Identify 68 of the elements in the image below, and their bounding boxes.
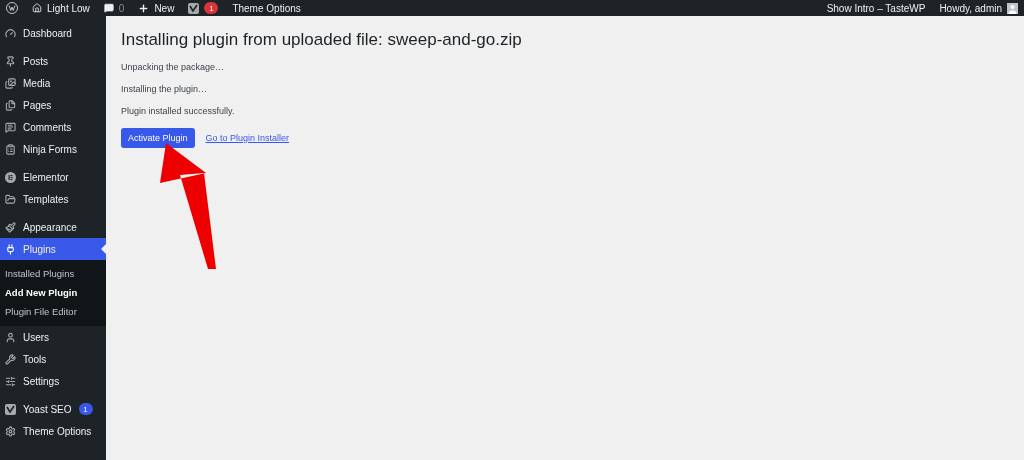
- sidebar-item[interactable]: Ninja Forms: [0, 138, 106, 160]
- sidebar-item-label: Dashboard: [23, 27, 72, 39]
- sidebar-item[interactable]: Comments: [0, 116, 106, 138]
- sliders-icon: [5, 375, 16, 387]
- sidebar-item[interactable]: Users: [0, 326, 106, 348]
- sidebar-item[interactable]: Pages: [0, 94, 106, 116]
- folder-icon: [5, 193, 16, 205]
- sidebar-item-label: Theme Options: [23, 425, 92, 437]
- activate-plugin-button[interactable]: Activate Plugin: [121, 128, 195, 148]
- comment-icon: [5, 121, 16, 133]
- form-icon: [5, 143, 16, 155]
- home-icon: [32, 3, 42, 13]
- sidebar-item[interactable]: Media: [0, 72, 106, 94]
- sidebar-item-label: Plugins: [23, 243, 56, 255]
- sidebar-item[interactable]: Plugins: [0, 238, 106, 260]
- comment-icon: [103, 3, 114, 13]
- sidebar-item[interactable]: Elementor: [0, 166, 106, 188]
- pin-icon: [5, 55, 16, 67]
- sidebar-item-label: Templates: [23, 193, 69, 205]
- submenu-item[interactable]: Installed Plugins: [0, 264, 106, 283]
- sidebar-item-label: Appearance: [23, 221, 77, 233]
- plugin-installer-link[interactable]: Go to Plugin Installer: [205, 133, 290, 143]
- media-icon: [5, 77, 16, 89]
- sidebar-item-label: Elementor: [23, 171, 69, 183]
- wrench-icon: [5, 353, 16, 365]
- count-badge: 1: [78, 403, 93, 415]
- sidebar-item-label: Yoast SEO: [23, 403, 72, 415]
- yoast-menu[interactable]: 1: [188, 2, 219, 14]
- status-message: Unpacking the package…: [121, 62, 226, 72]
- status-message: Installing the plugin…: [121, 84, 209, 94]
- sidebar-item[interactable]: Templates: [0, 188, 106, 210]
- account-menu[interactable]: Howdy, admin: [939, 2, 1018, 14]
- sidebar-item[interactable]: Appearance: [0, 216, 106, 238]
- settings-icon: [5, 425, 16, 437]
- submenu-item[interactable]: Plugin File Editor: [0, 302, 106, 321]
- sidebar-item-label: Posts: [23, 55, 48, 67]
- plug-icon: [5, 243, 16, 255]
- theme-options-link[interactable]: Theme Options: [232, 2, 301, 14]
- sidebar-item[interactable]: Yoast SEO 1: [0, 398, 106, 420]
- sidebar-item[interactable]: Tools: [0, 348, 106, 370]
- sidebar-item-label: Media: [23, 77, 51, 89]
- sidebar-item[interactable]: Posts: [0, 50, 106, 72]
- brush-icon: [5, 221, 16, 233]
- avatar-icon: [1007, 2, 1018, 14]
- sidebar-item-label: Comments: [23, 121, 72, 133]
- show-intro-link[interactable]: Show Intro – TasteWP: [826, 2, 926, 14]
- plus-icon: [138, 2, 150, 14]
- sidebar-item[interactable]: Settings: [0, 370, 106, 392]
- dashboard-icon: [5, 27, 16, 39]
- notification-badge: 1: [204, 2, 219, 14]
- sidebar-item[interactable]: Dashboard: [0, 22, 106, 44]
- sidebar-item[interactable]: Theme Options: [0, 420, 106, 442]
- site-name-link[interactable]: Light Low: [32, 2, 90, 14]
- y-logo-icon: [5, 403, 16, 415]
- new-link[interactable]: New: [138, 2, 175, 14]
- comments-link[interactable]: 0: [103, 2, 125, 14]
- submenu-item[interactable]: Add New Plugin: [0, 283, 106, 302]
- sidebar-item-label: Ninja Forms: [23, 143, 77, 155]
- sidebar-item-label: Tools: [23, 353, 47, 365]
- page-title: Installing plugin from uploaded file: sweep-and-go.zip: [121, 30, 523, 50]
- status-message: Plugin installed successfully.: [121, 106, 236, 116]
- pages-icon: [5, 99, 16, 111]
- user-icon: [5, 331, 16, 343]
- wordpress-logo-icon[interactable]: [6, 2, 18, 14]
- sidebar-item-label: Settings: [23, 375, 60, 387]
- sidebar-item-label: Users: [23, 331, 50, 343]
- circle-logo-icon: [5, 171, 16, 183]
- sidebar-item-label: Pages: [23, 99, 52, 111]
